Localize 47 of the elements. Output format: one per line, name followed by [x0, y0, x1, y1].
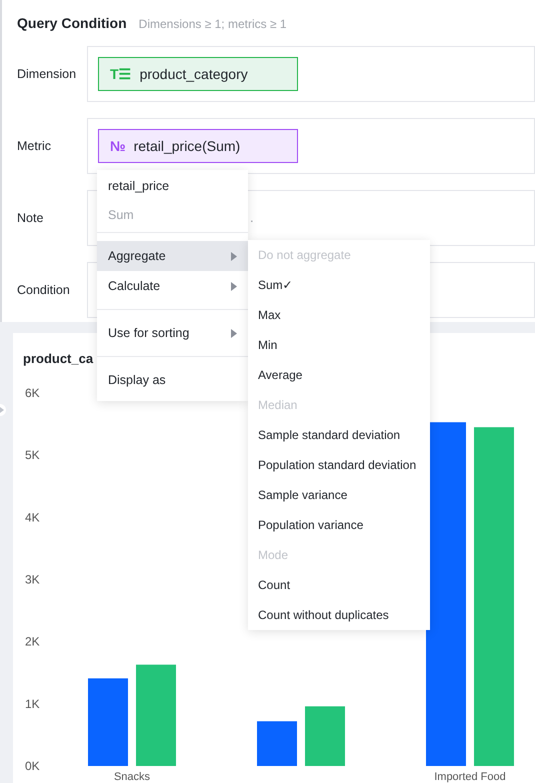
- caret-icon: [231, 328, 237, 338]
- menu-item[interactable]: Count without duplicates: [248, 600, 430, 630]
- axis-tick-label: 3K: [25, 572, 40, 586]
- menu-item[interactable]: Min: [248, 330, 430, 360]
- field-label: Dimension: [17, 66, 78, 83]
- panel-title: Query Condition: [17, 14, 127, 33]
- menu-item[interactable]: Sample variance: [248, 480, 430, 510]
- menu-header-text: Sum: [107, 207, 135, 224]
- dimension-chip[interactable]: T☰ product_category: [98, 57, 298, 91]
- menu-item[interactable]: Use for sorting: [97, 318, 248, 348]
- menu-item[interactable]: Count: [248, 570, 430, 600]
- axis-tick-label: 2K: [25, 634, 40, 649]
- axis-tick-label: 5K: [25, 448, 40, 462]
- menu-item: Median: [257, 397, 298, 414]
- type-icon: №: [110, 136, 126, 156]
- bar: [305, 706, 345, 766]
- field-label: Metric: [17, 138, 52, 155]
- caret-icon: [231, 282, 237, 290]
- menu-item[interactable]: Average: [248, 360, 430, 390]
- axis-tick-label: 1K: [25, 696, 40, 711]
- metric-chip[interactable]: № retail_price(Sum): [98, 129, 298, 163]
- type-icon: T☰: [110, 64, 132, 84]
- menu-item[interactable]: Sample standard deviation: [248, 420, 430, 450]
- field-label: Condition: [17, 282, 71, 299]
- category-label: Imported Food: [434, 771, 506, 783]
- caret-icon: [231, 252, 237, 260]
- expand-handle-icon[interactable]: [0, 404, 6, 416]
- menu-item[interactable]: Max: [248, 300, 430, 330]
- placeholder-text: .: [250, 209, 254, 228]
- menu-item[interactable]: Population standard deviation: [248, 450, 430, 480]
- menu-item[interactable]: Aggregate: [97, 241, 248, 271]
- menu-item[interactable]: Display as: [97, 365, 248, 395]
- panel-hint: Dimensions ≥ 1; metrics ≥ 1: [138, 16, 287, 33]
- menu-item: Mode: [257, 547, 290, 564]
- bar: [257, 721, 297, 766]
- axis-tick-label: 4K: [25, 510, 40, 524]
- menu-item[interactable]: Population variance: [248, 510, 430, 540]
- axis-tick-label: 0K: [25, 759, 40, 773]
- axis-tick-label: 6K: [25, 386, 40, 400]
- field-label: Note: [17, 210, 44, 227]
- menu-item[interactable]: Sum✓: [248, 270, 430, 300]
- menu-item: Do not aggregate: [257, 247, 352, 264]
- drop-zone[interactable]: T☰ product_category: [87, 46, 535, 102]
- category-label: Snacks: [114, 771, 150, 783]
- menu-item[interactable]: Calculate: [97, 271, 248, 301]
- drop-zone[interactable]: № retail_price(Sum): [87, 118, 535, 174]
- chart-title: product_ca: [23, 350, 94, 368]
